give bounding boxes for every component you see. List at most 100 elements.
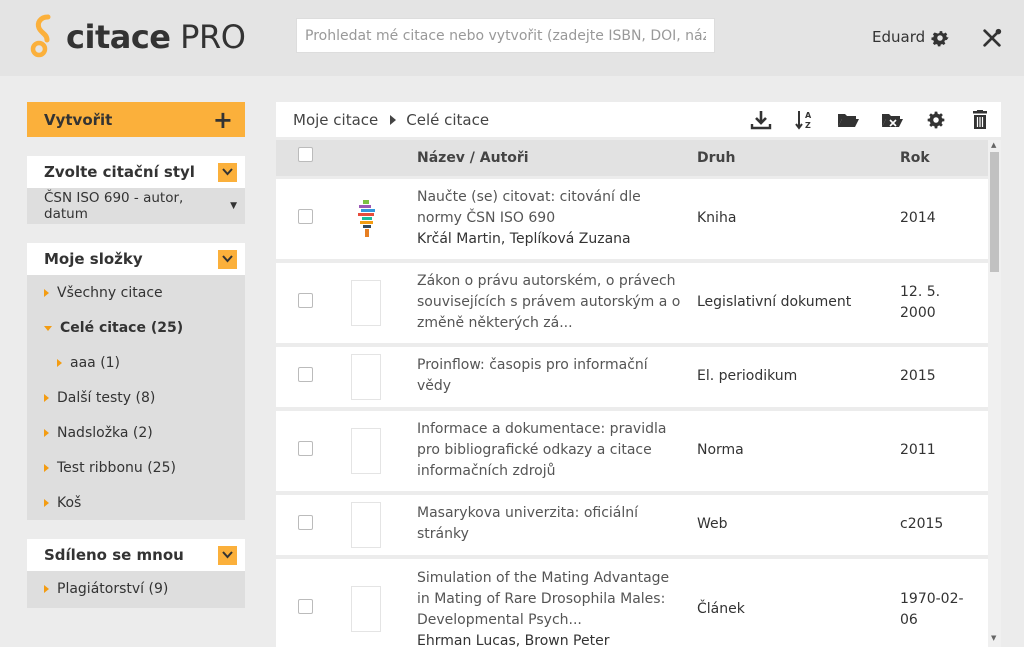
settings-gear-icon[interactable] xyxy=(929,27,951,49)
table-row[interactable]: Naučte (se) citovat: citování dle normy … xyxy=(276,179,988,259)
scroll-up-arrow-icon[interactable]: ▲ xyxy=(991,141,996,149)
arrow-right-icon xyxy=(44,394,49,402)
trash-icon[interactable] xyxy=(969,110,991,130)
row-title-line: Proinflow: časopis pro informační xyxy=(417,357,648,373)
row-title-line: pro bibliografické odkazy a citace xyxy=(417,442,652,458)
row-checkbox[interactable] xyxy=(298,441,313,456)
shared-header[interactable]: Sdíleno se mnou xyxy=(27,539,245,571)
sort-az-icon[interactable]: A Z xyxy=(794,110,816,130)
gear-icon[interactable] xyxy=(925,110,947,130)
folder-label: Plagiátorství (9) xyxy=(57,581,169,597)
row-title-line: Masarykova univerzita: oficiální xyxy=(417,505,639,521)
folder-label: Všechny citace xyxy=(57,285,163,301)
row-title-line: Naučte (se) citovat: citování dle xyxy=(417,189,641,205)
row-year-line: 12. 5. xyxy=(900,284,941,300)
search-input[interactable] xyxy=(296,18,715,53)
row-type: El. periodikum xyxy=(697,368,798,384)
table-row[interactable]: Informace a dokumentace: pravidla pro bi… xyxy=(276,411,988,491)
row-title-cell[interactable]: Simulation of the Mating Advantage in Ma… xyxy=(417,568,669,647)
citation-style-header[interactable]: Zvolte citační styl xyxy=(27,156,245,188)
table-row[interactable]: Simulation of the Mating Advantage in Ma… xyxy=(276,559,988,647)
folder-label: Nadsložka (2) xyxy=(57,425,153,441)
arrow-down-icon xyxy=(44,325,52,331)
folder-export-icon[interactable] xyxy=(881,110,903,130)
row-title-cell[interactable]: Masarykova univerzita: oficiální stránky xyxy=(417,503,638,545)
row-title-line: Simulation of the Mating Advantage xyxy=(417,570,670,586)
row-checkbox[interactable] xyxy=(298,515,313,530)
svg-text:A: A xyxy=(805,111,812,120)
table-row[interactable]: Proinflow: časopis pro informační vědy E… xyxy=(276,347,988,407)
row-title-cell[interactable]: Proinflow: časopis pro informační vědy xyxy=(417,355,648,397)
arrow-right-icon xyxy=(44,499,49,507)
row-authors: Krčál Martin, Teplíková Zuzana xyxy=(417,231,631,247)
folder-item-ribbon[interactable]: Test ribbonu (25) xyxy=(44,460,176,476)
row-title-cell[interactable]: Naučte (se) citovat: citování dle normy … xyxy=(417,187,641,250)
my-folders-body: Všechny citace Celé citace (25) aaa (1) … xyxy=(27,275,245,520)
row-title-cell[interactable]: Informace a dokumentace: pravidla pro bi… xyxy=(417,419,666,482)
my-folders-header[interactable]: Moje složky xyxy=(27,243,245,275)
column-header-year[interactable]: Rok xyxy=(900,150,930,166)
folder-item-parent[interactable]: Nadsložka (2) xyxy=(44,425,153,441)
document-thumbnail-icon xyxy=(351,428,381,474)
folder-item-full[interactable]: Celé citace (25) xyxy=(44,320,183,336)
shared-body: Plagiátorství (9) xyxy=(27,571,245,608)
arrow-right-icon xyxy=(44,464,49,472)
row-title-cell[interactable]: Zákon o právu autorském, o právech souvi… xyxy=(417,271,680,334)
scroll-down-arrow-icon[interactable]: ▼ xyxy=(991,634,996,642)
app-logo[interactable]: citace PRO xyxy=(30,14,246,60)
select-all-checkbox[interactable] xyxy=(298,147,313,162)
row-year: c2015 xyxy=(900,516,944,532)
main-toolbar: Moje citace Celé citace A Z xyxy=(276,102,1001,137)
chevron-down-icon[interactable] xyxy=(218,162,237,182)
folder-label: Celé citace (25) xyxy=(60,320,184,336)
plus-icon: + xyxy=(212,105,233,134)
row-checkbox[interactable] xyxy=(298,367,313,382)
folder-item-tests[interactable]: Další testy (8) xyxy=(44,390,155,406)
book-cover-thumbnail xyxy=(358,200,375,237)
table-row[interactable]: Masarykova univerzita: oficiální stránky… xyxy=(276,495,988,555)
svg-text:Z: Z xyxy=(805,121,811,130)
folder-item-all[interactable]: Všechny citace xyxy=(44,285,163,301)
citation-style-body: ČSN ISO 690 - autor, datum ▼ xyxy=(27,188,245,224)
scrollbar-thumb[interactable] xyxy=(990,152,999,272)
breadcrumb-item[interactable]: Celé citace xyxy=(406,111,489,129)
row-checkbox[interactable] xyxy=(298,599,313,614)
row-title-line: in Mating of Rare Drosophila Males: xyxy=(417,591,666,607)
my-folders-title: Moje složky xyxy=(44,250,143,268)
row-title-line: vědy xyxy=(417,378,452,394)
row-type: Kniha xyxy=(697,210,737,226)
column-header-title[interactable]: Název / Autoři xyxy=(417,150,529,166)
document-thumbnail-icon xyxy=(351,586,381,632)
row-title-line: změně některých zá... xyxy=(417,315,573,331)
citation-style-select[interactable]: ČSN ISO 690 - autor, datum ▼ xyxy=(27,188,245,224)
citation-style-title: Zvolte citační styl xyxy=(44,163,195,181)
document-thumbnail-icon xyxy=(351,280,381,326)
row-year-line: 1970-02- xyxy=(900,591,964,607)
breadcrumb-item[interactable]: Moje citace xyxy=(293,111,378,129)
arrow-right-icon xyxy=(44,429,49,437)
arrow-right-icon xyxy=(57,359,62,367)
row-type: Norma xyxy=(697,442,744,458)
folder-open-icon[interactable] xyxy=(837,110,859,130)
user-name[interactable]: Eduard xyxy=(872,28,925,46)
column-header-type[interactable]: Druh xyxy=(697,150,735,166)
row-title-line: souvisejících s právem autorským a o xyxy=(417,294,681,310)
table-scrollbar[interactable]: ▲ ▼ xyxy=(988,140,1001,647)
row-title-line: Informace a dokumentace: pravidla xyxy=(417,421,667,437)
row-authors: Ehrman Lucas, Brown Peter xyxy=(417,633,610,647)
folder-label: aaa (1) xyxy=(70,355,121,371)
folder-item-trash[interactable]: Koš xyxy=(44,495,81,511)
folder-item-plagiarism[interactable]: Plagiátorství (9) xyxy=(44,581,168,597)
table-row[interactable]: Zákon o právu autorském, o právech souvi… xyxy=(276,263,988,343)
chevron-down-icon[interactable] xyxy=(218,545,237,565)
download-icon[interactable] xyxy=(750,110,772,130)
table-header: Název / Autoři Druh Rok xyxy=(276,140,988,176)
row-checkbox[interactable] xyxy=(298,209,313,224)
create-button[interactable]: Vytvořit + xyxy=(27,102,245,137)
row-year: 2015 xyxy=(900,368,936,384)
document-thumbnail-icon xyxy=(351,502,381,548)
folder-item-aaa[interactable]: aaa (1) xyxy=(57,355,120,371)
row-checkbox[interactable] xyxy=(298,293,313,308)
chevron-down-icon[interactable] xyxy=(218,249,237,269)
tools-icon[interactable] xyxy=(981,27,1003,49)
